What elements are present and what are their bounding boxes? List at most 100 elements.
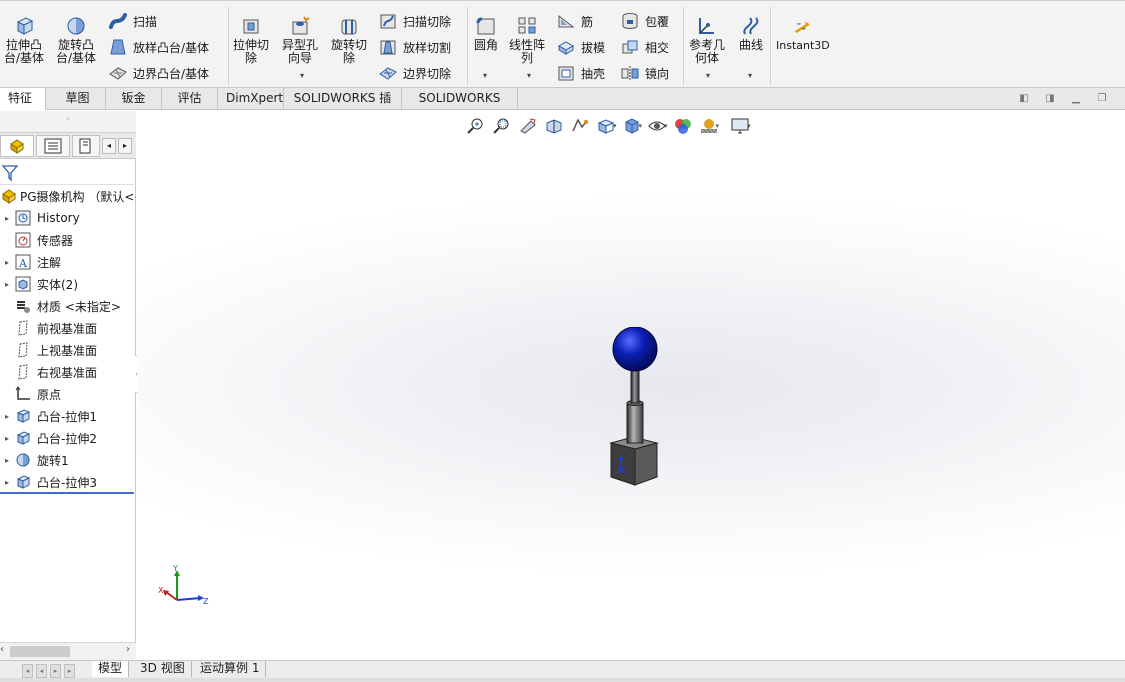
- tree-item-material[interactable]: 材质 <未指定>: [0, 295, 136, 317]
- extrude-cut-button[interactable]: 拉伸切 除: [233, 15, 269, 65]
- intersect-button[interactable]: 相交: [620, 37, 669, 57]
- curves-button[interactable]: 曲线: [738, 15, 764, 52]
- boundary-boss-button[interactable]: 边界凸台/基体: [108, 63, 209, 83]
- scroll-left-icon[interactable]: ‹: [0, 644, 4, 655]
- linear-pattern-dropdown-icon[interactable]: ▾: [527, 71, 531, 80]
- view-orientation-button[interactable]: [593, 115, 619, 137]
- restore-right-icon[interactable]: ◨: [1043, 92, 1057, 106]
- previous-view-button[interactable]: [515, 115, 541, 137]
- apply-scene-button[interactable]: [696, 115, 722, 137]
- tab-propertymanager[interactable]: [36, 135, 70, 157]
- zoom-to-fit-button[interactable]: [463, 115, 489, 137]
- shell-button[interactable]: 抽壳: [556, 63, 605, 83]
- fillet-label: 圆角: [473, 38, 498, 52]
- next-tab-icon[interactable]: ▸: [50, 664, 61, 678]
- last-tab-icon[interactable]: ▸: [64, 664, 75, 678]
- revolve-boss-label: 旋转凸 台/基体: [56, 38, 97, 65]
- tab-sheet-metal[interactable]: 钣金: [106, 88, 162, 110]
- tab-motion-study[interactable]: 运动算例 1: [194, 661, 267, 677]
- fillet-dropdown-icon[interactable]: ▾: [483, 71, 487, 80]
- minimize-icon[interactable]: ▁: [1069, 92, 1083, 106]
- tree-item-revolve1[interactable]: ▸ 旋转1: [0, 449, 136, 471]
- tree-item-front-plane[interactable]: 前视基准面: [0, 317, 136, 339]
- section-view-button[interactable]: [541, 115, 567, 137]
- tree-filter[interactable]: [0, 161, 136, 185]
- first-tab-icon[interactable]: ◂: [22, 664, 33, 678]
- revolve-cut-button[interactable]: 旋转切 除: [331, 15, 367, 65]
- fillet-button[interactable]: 圆角: [473, 15, 499, 52]
- plane-icon: [14, 363, 32, 381]
- tabs-scroll-left-icon[interactable]: ◂: [102, 138, 116, 154]
- tree-item-sensors[interactable]: 传感器: [0, 229, 136, 251]
- zoom-to-area-button[interactable]: [489, 115, 515, 137]
- expand-arrow-icon[interactable]: ▸: [0, 412, 14, 421]
- expand-arrow-icon[interactable]: ▸: [0, 478, 14, 487]
- hide-show-items-button[interactable]: [644, 115, 670, 137]
- scroll-right-icon[interactable]: ›: [126, 644, 130, 655]
- draft-button[interactable]: 拔模: [556, 37, 605, 57]
- wrap-button[interactable]: 包覆: [620, 11, 669, 31]
- reference-geometry-dropdown-icon[interactable]: ▾: [706, 71, 710, 80]
- hole-wizard-dropdown-icon[interactable]: ▾: [300, 71, 304, 80]
- reference-geometry-button[interactable]: 参考几 何体: [689, 15, 725, 65]
- edit-appearance-button[interactable]: [670, 115, 696, 137]
- mirror-button[interactable]: 镜向: [620, 63, 669, 83]
- camera-mechanism-model[interactable]: [607, 327, 667, 487]
- view-settings-button[interactable]: [727, 115, 753, 137]
- panel-horizontal-scrollbar[interactable]: ‹ ›: [0, 642, 136, 660]
- revolve-boss-button[interactable]: 旋转凸 台/基体: [56, 15, 96, 65]
- rollback-bar[interactable]: [0, 492, 134, 494]
- tree-item-right-plane[interactable]: 右视基准面: [0, 361, 136, 383]
- dynamic-annotation-views-button[interactable]: [567, 115, 593, 137]
- tab-features[interactable]: 特征: [0, 88, 46, 110]
- tabs-scroll-right-icon[interactable]: ▸: [118, 138, 132, 154]
- extrude-boss-button[interactable]: 拉伸凸 台/基体: [4, 15, 44, 65]
- tab-3d-views[interactable]: 3D 视图: [134, 661, 192, 677]
- restore-left-icon[interactable]: ◧: [1017, 92, 1031, 106]
- tree-item-boss-extrude3[interactable]: ▸ 凸台-拉伸3: [0, 471, 136, 493]
- tree-item-boss-extrude2[interactable]: ▸ 凸台-拉伸2: [0, 427, 136, 449]
- revolve-cut-label: 旋转切 除: [331, 38, 368, 65]
- tab-model[interactable]: 模型: [92, 661, 130, 677]
- expand-arrow-icon[interactable]: ▸: [0, 456, 14, 465]
- tree-item-history[interactable]: ▸ History: [0, 207, 136, 229]
- tree-item-top-plane[interactable]: 上视基准面: [0, 339, 136, 361]
- loft-cut-button[interactable]: 放样切割: [378, 37, 451, 57]
- expand-arrow-icon[interactable]: ▸: [0, 280, 14, 289]
- prev-tab-icon[interactable]: ◂: [36, 664, 47, 678]
- manager-tabs: ◂ ▸: [0, 133, 136, 159]
- scrollbar-thumb[interactable]: [10, 646, 70, 657]
- loft-boss-button[interactable]: 放样凸台/基体: [108, 37, 209, 57]
- graphics-area[interactable]: ▾ ▾ ▾ ▾ ▾ Y Z X: [137, 111, 1125, 660]
- maximize-icon[interactable]: ❐: [1095, 92, 1109, 106]
- linear-pattern-button[interactable]: 线性阵 列: [509, 15, 545, 65]
- expand-arrow-icon[interactable]: ▸: [0, 434, 14, 443]
- tab-evaluate[interactable]: 评估: [162, 88, 218, 110]
- rib-button[interactable]: 筋: [556, 11, 593, 31]
- expand-arrow-icon[interactable]: ▸: [0, 214, 14, 223]
- expand-arrow-icon[interactable]: ▸: [0, 258, 14, 267]
- display-style-button[interactable]: [619, 115, 645, 137]
- upper-rod: [630, 366, 640, 404]
- panel-grip[interactable]: ◦: [0, 111, 136, 133]
- rib-label: 筋: [581, 14, 594, 29]
- tab-dimxpert[interactable]: DimXpert: [218, 88, 284, 110]
- instant3d-button[interactable]: Instant3D: [776, 19, 830, 52]
- sweep-cut-button[interactable]: 扫描切除: [378, 11, 451, 31]
- tab-sketch[interactable]: 草图: [50, 88, 106, 110]
- tree-item-label: 旋转1: [37, 453, 69, 468]
- hole-wizard-button[interactable]: 异型孔 向导: [282, 15, 318, 65]
- tree-root-part[interactable]: PG摄像机构 （默认<<: [0, 185, 136, 207]
- tree-item-annotations[interactable]: ▸ A 注解: [0, 251, 136, 273]
- sweep-button[interactable]: 扫描: [108, 11, 157, 31]
- tab-solidworks-mbd[interactable]: SOLIDWORKS MBD: [402, 88, 518, 126]
- sweep-label: 扫描: [133, 14, 158, 29]
- tab-solidworks-addins[interactable]: SOLIDWORKS 插件: [284, 88, 402, 126]
- tab-featuremanager[interactable]: [0, 135, 34, 157]
- tab-configurationmanager[interactable]: [72, 135, 100, 157]
- tree-item-boss-extrude1[interactable]: ▸ 凸台-拉伸1: [0, 405, 136, 427]
- tree-item-origin[interactable]: 原点: [0, 383, 136, 405]
- tree-item-solid-bodies[interactable]: ▸ 实体(2): [0, 273, 136, 295]
- curves-dropdown-icon[interactable]: ▾: [748, 71, 752, 80]
- boundary-cut-button[interactable]: 边界切除: [378, 63, 451, 83]
